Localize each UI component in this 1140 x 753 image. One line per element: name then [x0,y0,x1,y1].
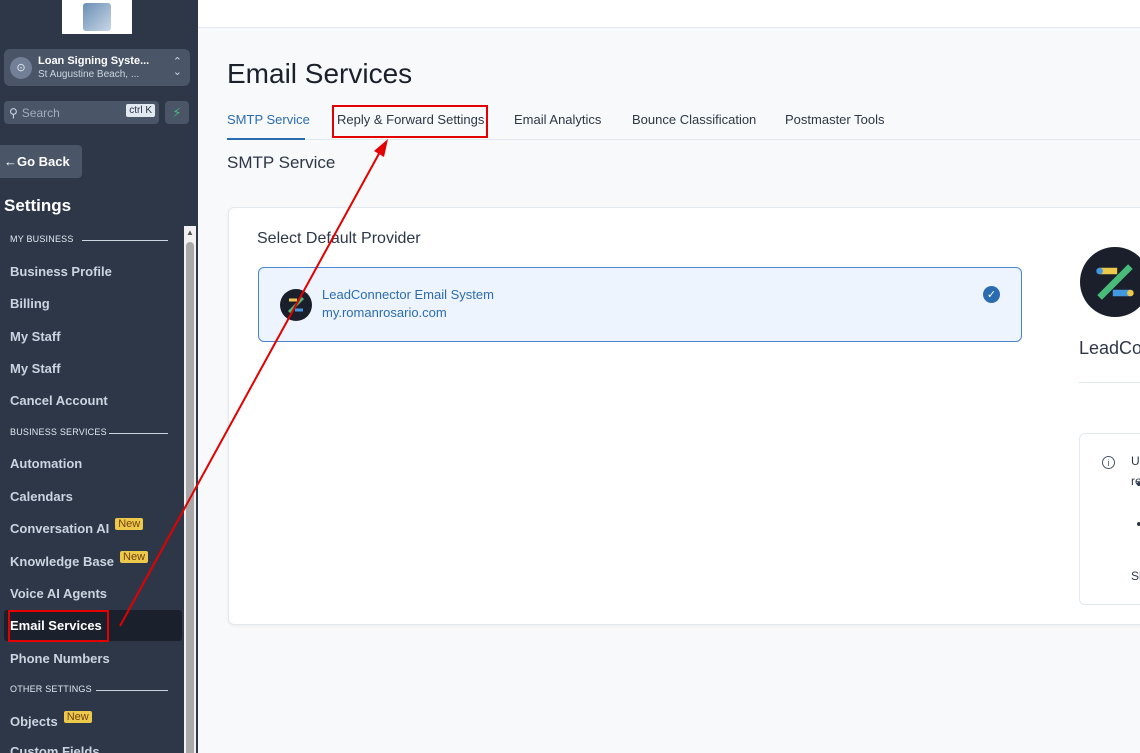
section-label-my-business: MY BUSINESS [10,234,74,244]
go-back-label: Go Back [17,154,70,169]
leadconnector-logo-icon [1080,247,1140,317]
provider-option[interactable]: LeadConnector Email System my.romanrosar… [258,267,1022,342]
sidebar-item-business-profile[interactable]: Business Profile [10,264,112,279]
sidebar-item-label: Knowledge Base [10,554,115,569]
sidebar-item-automation[interactable]: Automation [10,456,82,471]
sidebar-item-my-staff[interactable]: My Staff [10,329,61,344]
section-divider [82,240,168,241]
sidebar-item-my-staff-2[interactable]: My Staff [10,361,61,376]
tab-smtp-service[interactable]: SMTP Service [227,112,310,127]
arrow-left-icon: ← [4,154,17,169]
search-icon: ⚲ [9,105,18,120]
new-badge: New [115,518,144,530]
info-text: Sh [1131,569,1140,583]
tab-bounce-classification[interactable]: Bounce Classification [632,112,756,127]
account-switcher[interactable]: ⊙ Loan Signing Syste... St Augustine Bea… [4,49,190,86]
section-label-business-services: BUSINESS SERVICES [10,427,107,437]
sidebar-item-label: Conversation AI [10,521,110,536]
leadconnector-logo-icon [280,289,312,321]
annotation-highlight-sidebar [8,610,109,642]
divider [1079,382,1140,383]
provider-domain: my.romanrosario.com [322,305,447,320]
page-title: Email Services [227,58,413,89]
chevron-updown-icon: ⌃ ⌄ [172,56,182,78]
sidebar-item-custom-fields[interactable]: Custom Fields [10,744,100,753]
go-back-button[interactable]: ← Go Back [0,145,82,178]
section-label-other-settings: OTHER SETTINGS [10,684,92,694]
account-name: Loan Signing Syste... [38,54,150,67]
info-box: i Us re Sh [1079,433,1140,605]
sidebar-item-label: Objects [10,714,58,729]
scroll-thumb[interactable] [186,242,194,753]
search-input[interactable]: ⚲ Search ctrl K [4,101,159,124]
sidebar-item-objects[interactable]: Objects New [10,711,92,729]
sidebar-item-voice-ai-agents[interactable]: Voice AI Agents [10,586,107,601]
info-text: Us [1131,454,1140,468]
account-location: St Augustine Beach, ... [38,68,140,80]
check-circle-icon: ✓ [983,286,1000,303]
section-title: SMTP Service [227,153,336,172]
info-icon: i [1102,456,1115,469]
provider-card: Select Default Provider LeadConnector Em… [228,207,1140,625]
settings-title: Settings [4,196,72,215]
tab-email-analytics[interactable]: Email Analytics [514,112,601,127]
scroll-up-icon[interactable]: ▲ [186,228,194,237]
sidebar-item-calendars[interactable]: Calendars [10,489,73,504]
location-icon: ⊙ [10,56,32,79]
sidebar-item-phone-numbers[interactable]: Phone Numbers [10,651,110,666]
new-badge: New [120,551,149,563]
quick-action-button[interactable]: ⚡ [165,101,189,124]
search-placeholder: Search [21,105,60,120]
lightning-icon: ⚡ [172,104,182,120]
tab-postmaster-tools[interactable]: Postmaster Tools [785,112,884,127]
sidebar-item-conversation-ai[interactable]: Conversation AI New [10,518,144,536]
active-tab-indicator [227,138,305,140]
sidebar-item-cancel-account[interactable]: Cancel Account [10,393,108,408]
sidebar-item-knowledge-base[interactable]: Knowledge Base New [10,551,149,569]
sidebar-scrollbar[interactable]: ▲ [184,226,196,753]
provider-detail-name: LeadCor [1079,338,1140,358]
provider-name: LeadConnector Email System [322,287,494,302]
top-bar [198,0,1140,28]
new-badge: New [63,711,92,723]
section-divider [96,690,168,691]
sidebar-item-billing[interactable]: Billing [10,296,50,311]
company-logo [62,0,132,34]
annotation-highlight-tab [332,105,488,138]
search-shortcut: ctrl K [126,104,155,117]
section-divider [109,433,168,434]
card-heading: Select Default Provider [257,230,421,247]
